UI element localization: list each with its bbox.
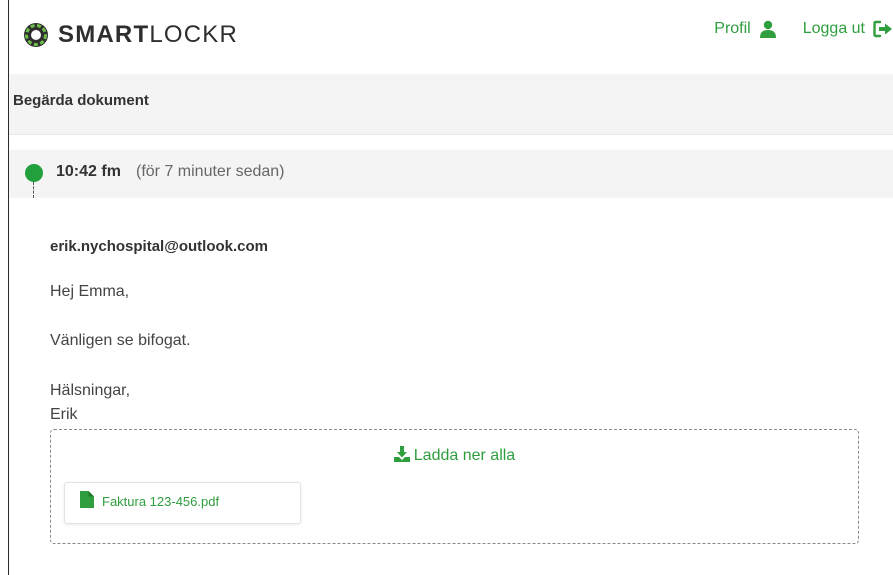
- message-signature: Erik: [50, 406, 78, 423]
- timeline-connector: [33, 182, 34, 198]
- logout-label: Logga ut: [802, 20, 865, 37]
- file-icon: [80, 491, 94, 508]
- attachments-panel: Ladda ner alla Faktura 123-456.pdf: [50, 429, 859, 544]
- top-bar: SMARTLOCKR Profil Logga ut: [9, 0, 893, 74]
- message-time: 10:42 fm: [56, 163, 121, 180]
- logout-link[interactable]: Logga ut: [803, 20, 893, 38]
- user-icon: [759, 20, 776, 38]
- page-header: Begärda dokument: [9, 74, 893, 135]
- profile-link[interactable]: Profil: [714, 20, 776, 38]
- page-title: Begärda dokument: [13, 92, 149, 109]
- file-name: Faktura 123-456.pdf: [102, 494, 220, 509]
- file-attachment[interactable]: Faktura 123-456.pdf: [64, 482, 301, 524]
- logo[interactable]: SMARTLOCKR: [23, 22, 238, 48]
- message-greeting: Hej Emma,: [50, 283, 130, 300]
- logo-text: SMARTLOCKR: [58, 22, 238, 48]
- download-all-label: Ladda ner alla: [413, 447, 516, 464]
- sender-email: erik.nychospital@outlook.com: [50, 238, 268, 255]
- download-all-button[interactable]: Ladda ner alla: [51, 446, 858, 465]
- timeline-dot: [25, 164, 43, 182]
- message-card: erik.nychospital@outlook.com Hej Emma, V…: [15, 198, 893, 575]
- download-icon: [393, 446, 410, 462]
- sign-out-icon: [873, 20, 892, 38]
- logo-text-bold: SMART: [58, 21, 150, 48]
- message-closing: Hälsningar,: [50, 382, 131, 399]
- smartlockr-logo-icon: [24, 23, 48, 47]
- profile-label: Profil: [714, 20, 751, 37]
- top-nav: Profil Logga ut: [714, 20, 893, 38]
- message-relative-time: (för 7 minuter sedan): [136, 163, 285, 180]
- message-body: Vänligen se bifogat.: [50, 332, 191, 349]
- timeline-entry-header: 10:42 fm (för 7 minuter sedan): [9, 150, 893, 198]
- logo-text-light: LOCKR: [149, 21, 239, 48]
